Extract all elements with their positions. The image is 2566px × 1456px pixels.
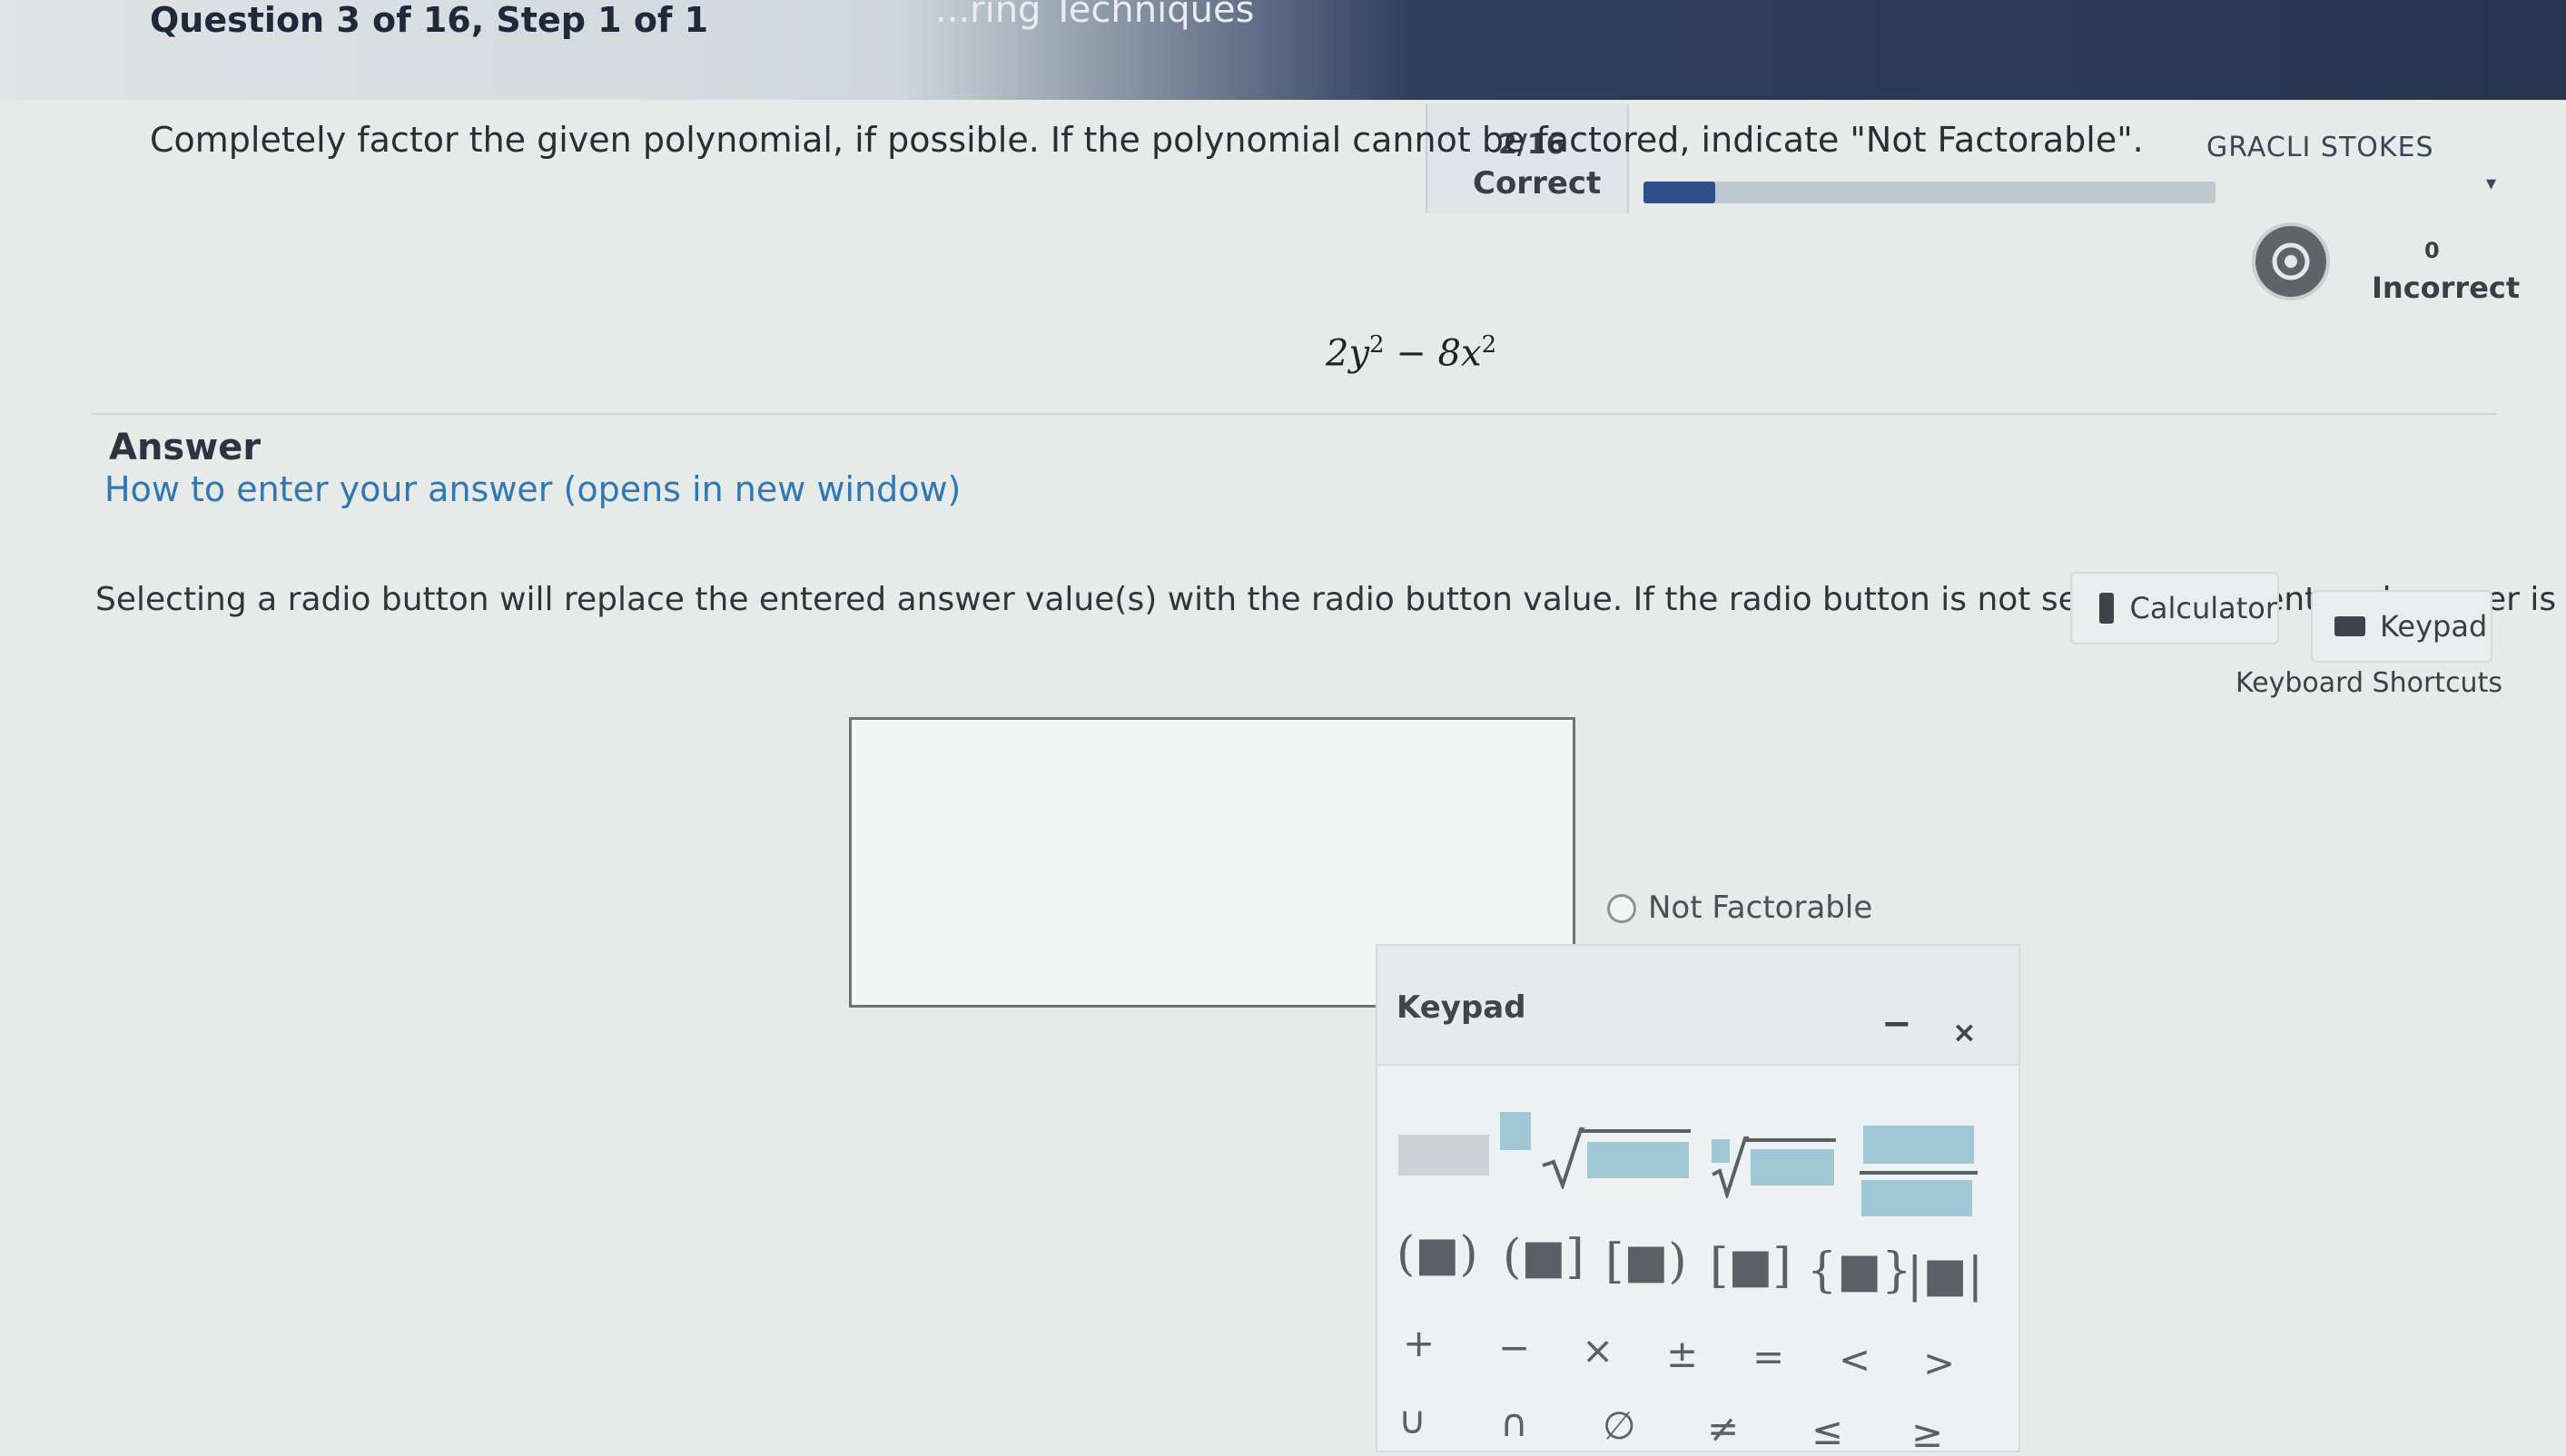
keypad-key-plus[interactable]: + — [1403, 1321, 1435, 1365]
keypad-minimize-button[interactable]: − — [1881, 1003, 1912, 1045]
term-b: 8x — [1437, 332, 1482, 375]
user-name-menu[interactable]: GRACLI STOKES — [2206, 132, 2434, 163]
course-title: ...ring Techniques — [935, 0, 1255, 31]
keypad-key-equals[interactable]: = — [1752, 1334, 1784, 1379]
keypad-key-empty-set[interactable]: ∅ — [1603, 1403, 1636, 1448]
calculator-icon — [2099, 593, 2114, 624]
section-divider — [91, 413, 2497, 415]
keypad-key-not-equal[interactable]: ≠ — [1707, 1406, 1739, 1451]
keypad-close-button[interactable]: × — [1952, 1015, 1977, 1049]
keypad-key-intersection[interactable]: ∩ — [1500, 1401, 1528, 1445]
keyboard-shortcuts-link[interactable]: Keyboard Shortcuts — [2235, 667, 2502, 699]
keypad-key-open-interval[interactable]: (■) — [1396, 1227, 1478, 1282]
answer-heading: Answer — [109, 427, 262, 468]
keypad-key-half-open-left[interactable]: [■) — [1605, 1235, 1687, 1289]
square-root-icon — [1542, 1127, 1584, 1189]
term-a-exponent: 2 — [1369, 331, 1385, 359]
keyboard-icon — [2334, 616, 2365, 636]
keypad-key-less-equal[interactable]: ≤ — [1811, 1409, 1843, 1453]
radicand-slot — [1587, 1142, 1689, 1178]
incorrect-label: Incorrect — [2372, 271, 2521, 305]
keypad-key-times[interactable]: × — [1582, 1328, 1614, 1372]
keypad-title: Keypad — [1396, 989, 1526, 1026]
lifebuoy-icon — [2272, 242, 2310, 280]
incorrect-count: 0 — [2424, 238, 2440, 263]
question-prompt: Completely factor the given polynomial, … — [150, 120, 2144, 160]
minus-operator: − — [1384, 332, 1438, 375]
keypad-key-greater-than[interactable]: > — [1923, 1341, 1955, 1385]
correct-label: Correct — [1473, 165, 1602, 202]
keypad-key-plus-minus[interactable]: ± — [1666, 1332, 1698, 1376]
keypad-key-set-braces[interactable]: {■} — [1807, 1244, 1911, 1298]
nth-root-icon — [1712, 1136, 1749, 1198]
keypad-key-half-open-right[interactable]: (■] — [1503, 1230, 1584, 1284]
calculator-button[interactable]: Calculator — [2070, 572, 2279, 644]
not-factorable-radio[interactable] — [1607, 894, 1636, 923]
keypad-key-union[interactable]: ∪ — [1398, 1398, 1426, 1442]
help-icon[interactable] — [2252, 222, 2330, 300]
term-a: 2y — [1326, 332, 1370, 375]
keypad-button[interactable]: Keypad — [2311, 590, 2492, 663]
chevron-down-icon[interactable]: ▾ — [2486, 172, 2496, 195]
term-b-exponent: 2 — [1481, 331, 1497, 359]
nth-radical-bar — [1745, 1138, 1836, 1142]
how-to-enter-answer-link[interactable]: How to enter your answer (opens in new w… — [104, 469, 961, 509]
keypad-button-label: Keypad — [2380, 609, 2488, 644]
numerator-slot — [1863, 1126, 1974, 1164]
denominator-slot — [1861, 1180, 1972, 1216]
radical-bar — [1582, 1129, 1691, 1133]
fraction-bar — [1860, 1171, 1978, 1175]
keypad-key-closed-interval[interactable]: [■] — [1710, 1239, 1791, 1294]
calculator-button-label: Calculator — [2129, 591, 2278, 625]
keypad-key-greater-equal[interactable]: ≥ — [1911, 1412, 1943, 1456]
keypad-key-minus[interactable]: − — [1498, 1325, 1530, 1370]
keypad-key-less-than[interactable]: < — [1839, 1337, 1870, 1382]
nth-radicand-slot — [1751, 1149, 1834, 1185]
polynomial-expression: 2y2 − 8x2 — [1326, 331, 1496, 374]
progress-bar — [1643, 182, 2216, 203]
exponent-power-slot — [1500, 1112, 1531, 1150]
question-title: Question 3 of 16, Step 1 of 1 — [150, 0, 709, 40]
progress-bar-fill — [1643, 182, 1715, 203]
exponent-base-slot — [1398, 1135, 1489, 1176]
not-factorable-label[interactable]: Not Factorable — [1648, 890, 1872, 926]
keypad-key-absolute-value[interactable]: |■| — [1907, 1248, 1983, 1303]
